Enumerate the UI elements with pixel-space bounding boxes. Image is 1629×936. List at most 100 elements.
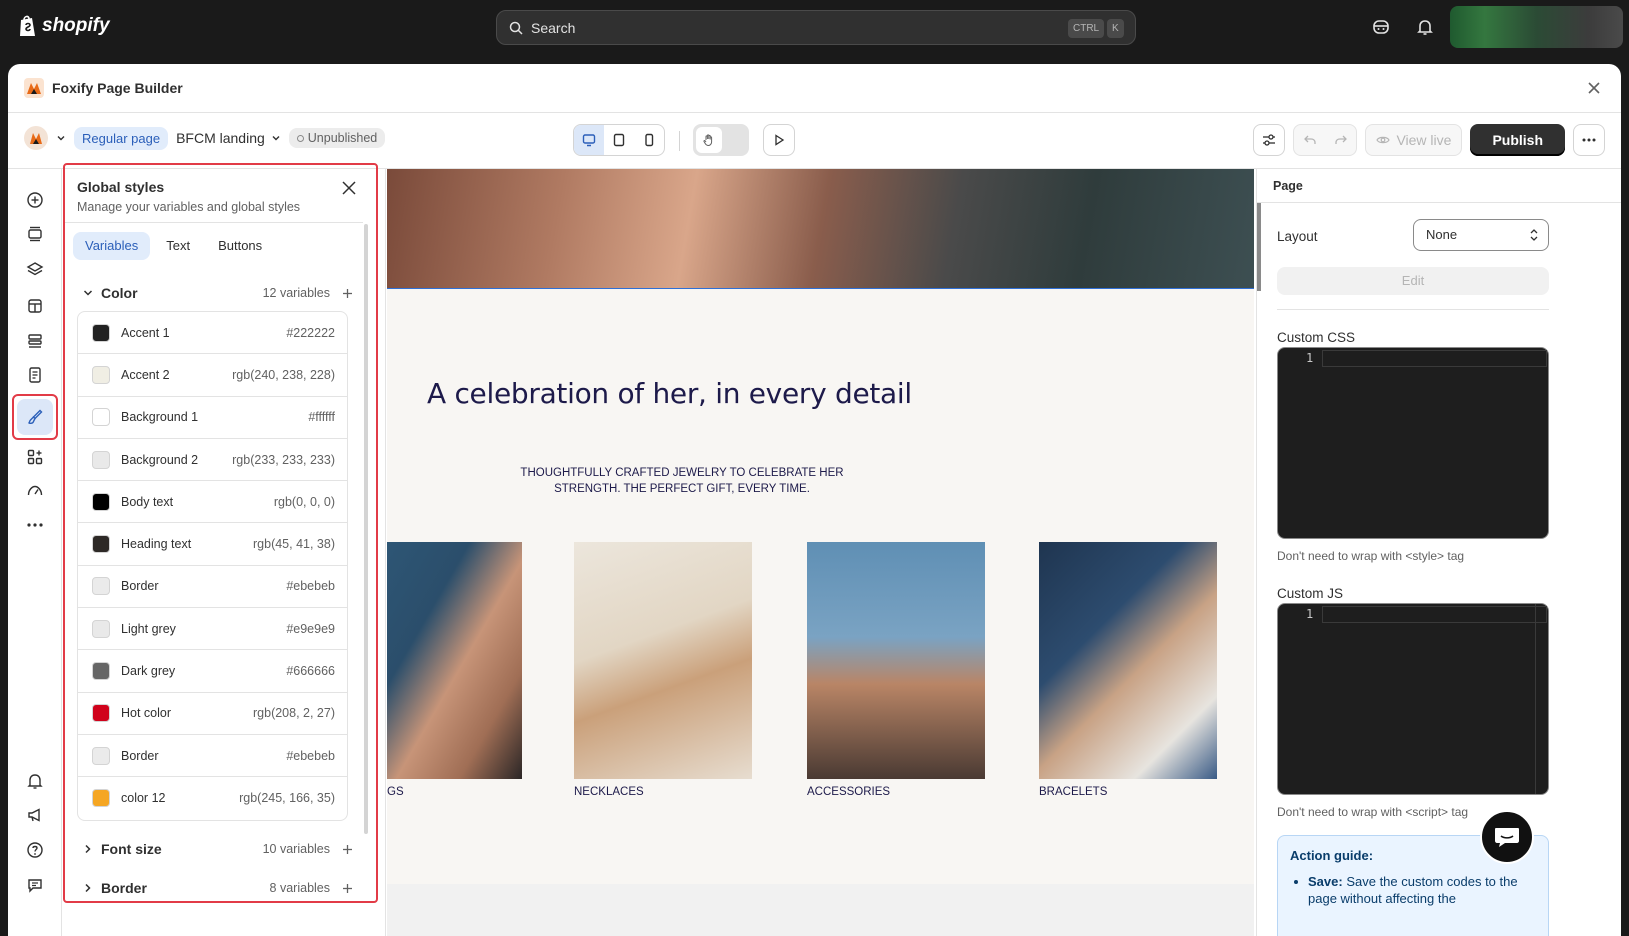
editor-scrollbar[interactable] <box>1535 604 1536 794</box>
close-icon[interactable] <box>1585 79 1603 97</box>
speed-gauge-icon[interactable] <box>25 481 45 501</box>
color-variable-row[interactable]: Background 2 rgb(233, 233, 233) <box>78 439 347 482</box>
section-heading[interactable]: A celebration of her, in every detail <box>427 377 912 410</box>
color-variable-row[interactable]: color 12 rgb(245, 166, 35) <box>78 777 347 819</box>
shopify-bag-icon <box>20 15 35 36</box>
color-swatch[interactable] <box>92 365 110 384</box>
product-image-bracelets[interactable] <box>1039 542 1217 779</box>
page-type-badge[interactable]: Regular page <box>74 126 169 150</box>
variable-value: #222222 <box>286 325 335 340</box>
color-swatch[interactable] <box>92 323 110 342</box>
custom-js-hint: Don't need to wrap with <script> tag <box>1277 805 1469 819</box>
kbd-ctrl: CTRL <box>1068 19 1105 38</box>
color-variable-row[interactable]: Background 1 #ffffff <box>78 397 347 439</box>
publish-label: Publish <box>1492 132 1543 148</box>
caption-bracelets[interactable]: BRACELETS <box>1039 786 1107 798</box>
group-count: 8 variables <box>269 881 330 895</box>
page-selector[interactable]: BFCM landing <box>176 130 281 146</box>
color-swatch[interactable] <box>92 662 110 681</box>
color-swatch[interactable] <box>92 535 110 554</box>
shopify-logo[interactable]: shopify <box>18 14 110 38</box>
pages-icon[interactable] <box>25 365 45 385</box>
page-canvas[interactable]: A celebration of her, in every detail TH… <box>387 169 1254 936</box>
more-actions-button[interactable] <box>1573 124 1605 156</box>
product-image-accessories[interactable] <box>807 542 985 779</box>
color-variable-row[interactable]: Accent 2 rgb(240, 238, 228) <box>78 354 347 397</box>
search-bar[interactable]: Search CTRL K <box>496 10 1136 45</box>
color-variable-row[interactable]: Hot color rgb(208, 2, 27) <box>78 693 347 735</box>
section-subheading[interactable]: THOUGHTFULLY CRAFTED JEWELRY TO CELEBRAT… <box>517 466 847 497</box>
page-section[interactable]: A celebration of her, in every detail TH… <box>387 289 1254 884</box>
color-swatch[interactable] <box>92 408 110 427</box>
bell-icon[interactable] <box>1416 18 1436 38</box>
chat-icon[interactable] <box>25 875 45 895</box>
color-variable-row[interactable]: Accent 1 #222222 <box>78 312 347 355</box>
color-swatch[interactable] <box>92 450 110 469</box>
desktop-view-button[interactable] <box>574 125 604 155</box>
edit-layout-button[interactable]: Edit <box>1277 267 1549 295</box>
help-icon[interactable] <box>25 840 45 860</box>
panel-title: Global styles <box>77 179 165 195</box>
settings-button[interactable] <box>1253 124 1286 156</box>
add-element-icon[interactable] <box>25 190 45 210</box>
support-chat-button[interactable] <box>1480 810 1534 864</box>
color-swatch[interactable] <box>92 789 110 808</box>
product-image-earrings[interactable] <box>387 542 522 779</box>
megaphone-icon[interactable] <box>25 805 45 825</box>
store-icon[interactable] <box>25 296 45 316</box>
plus-icon[interactable] <box>342 844 353 855</box>
redo-icon[interactable] <box>1334 133 1348 147</box>
notification-bell-icon[interactable] <box>25 771 45 791</box>
color-swatch[interactable] <box>92 619 110 638</box>
tab-buttons[interactable]: Buttons <box>206 232 274 260</box>
product-image-necklaces[interactable] <box>574 542 752 779</box>
caption-necklaces[interactable]: NECKLACES <box>574 786 644 798</box>
panel-scrollbar[interactable] <box>364 224 368 834</box>
variable-value: rgb(240, 238, 228) <box>232 367 335 382</box>
variable-value: rgb(245, 166, 35) <box>239 791 335 806</box>
sections-icon[interactable] <box>25 224 45 244</box>
templates-icon[interactable] <box>25 331 45 351</box>
color-variable-row[interactable]: Light grey #e9e9e9 <box>78 608 347 651</box>
group-border[interactable]: Border 8 variables <box>83 878 353 898</box>
color-swatch[interactable] <box>92 577 110 596</box>
chevron-down-icon[interactable] <box>56 133 66 143</box>
plus-icon[interactable] <box>342 288 353 299</box>
color-variable-row[interactable]: Border #ebebeb <box>78 735 347 778</box>
panel-scrollbar[interactable] <box>1257 203 1261 291</box>
color-variable-row[interactable]: Body text rgb(0, 0, 0) <box>78 481 347 524</box>
layout-select[interactable]: None <box>1413 219 1549 251</box>
global-styles-panel: Global styles Manage your variables and … <box>63 169 386 936</box>
custom-js-editor[interactable]: 1 <box>1277 603 1549 795</box>
mobile-view-button[interactable] <box>634 125 664 155</box>
undo-icon[interactable] <box>1303 133 1317 147</box>
store-account-button[interactable] <box>1450 6 1623 48</box>
apps-icon[interactable] <box>25 447 45 467</box>
tablet-view-button[interactable] <box>604 125 634 155</box>
publish-button[interactable]: Publish <box>1470 124 1565 156</box>
variable-value: #666666 <box>286 664 335 679</box>
sidekick-icon[interactable] <box>1372 18 1392 38</box>
tab-text[interactable]: Text <box>154 232 202 260</box>
chevron-right-icon <box>85 883 91 893</box>
caption-earrings[interactable]: GS <box>387 786 404 798</box>
plus-icon[interactable] <box>342 883 353 894</box>
tab-variables[interactable]: Variables <box>73 232 151 260</box>
color-variable-row[interactable]: Heading text rgb(45, 41, 38) <box>78 523 347 566</box>
color-swatch[interactable] <box>92 704 110 723</box>
caption-accessories[interactable]: ACCESSORIES <box>807 786 890 798</box>
preview-button[interactable] <box>763 124 795 156</box>
color-swatch[interactable] <box>92 746 110 765</box>
close-icon[interactable] <box>341 180 357 196</box>
interaction-mode-toggle[interactable] <box>693 124 749 156</box>
more-icon[interactable] <box>25 515 45 535</box>
color-variable-row[interactable]: Border #ebebeb <box>78 566 347 609</box>
group-font-size[interactable]: Font size 10 variables <box>83 839 353 859</box>
group-color[interactable]: Color 12 variables <box>83 283 353 303</box>
color-variable-row[interactable]: Dark grey #666666 <box>78 650 347 693</box>
foxify-menu-button[interactable] <box>24 126 48 150</box>
view-live-button[interactable]: View live <box>1365 124 1463 156</box>
custom-css-editor[interactable]: 1 <box>1277 347 1549 539</box>
color-swatch[interactable] <box>92 492 110 511</box>
layers-icon[interactable] <box>25 259 45 279</box>
